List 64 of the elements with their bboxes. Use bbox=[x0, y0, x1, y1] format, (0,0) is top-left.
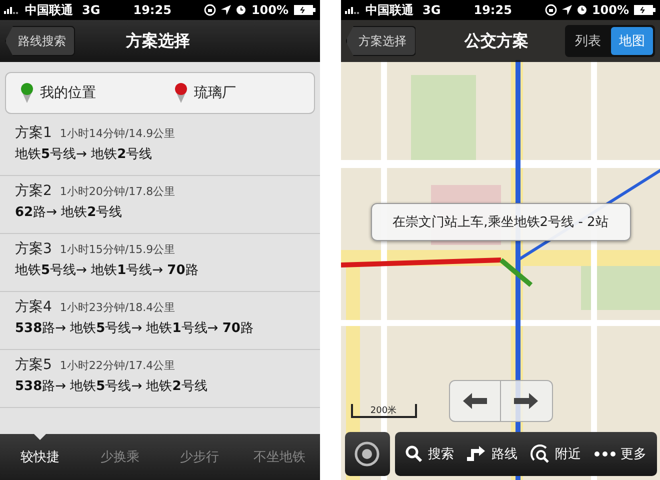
right-arrow-icon bbox=[514, 393, 538, 409]
locate-button[interactable] bbox=[344, 432, 390, 476]
plan-name: 方案1 bbox=[15, 124, 52, 142]
filter-tab[interactable]: 少换乘 bbox=[80, 434, 160, 480]
toolbar-button[interactable]: 更多 bbox=[594, 445, 647, 463]
battery-percent: 100% bbox=[251, 3, 289, 17]
clock-time: 19:25 bbox=[474, 3, 512, 17]
plan-summary: 1小时23分钟/18.4公里 bbox=[60, 300, 176, 315]
screen-title: 方案选择 bbox=[124, 30, 191, 52]
plan-summary: 1小时20分钟/17.8公里 bbox=[60, 184, 176, 199]
signal-icon bbox=[344, 6, 360, 14]
place-label: 我的位置 bbox=[40, 84, 96, 102]
view-toggle-option[interactable]: 列表 bbox=[567, 27, 609, 55]
route-option[interactable]: 方案3 1小时15分钟/15.9公里 地铁5号线→ 地铁1号线→ 70路 bbox=[0, 234, 320, 292]
clock-time: 19:25 bbox=[133, 3, 172, 17]
map-callout: 在崇文门站上车,乘坐地铁2号线 - 2站 bbox=[370, 203, 630, 241]
route-text: 62路→ 地铁2号线 bbox=[15, 204, 124, 221]
route-option[interactable]: 方案4 1小时23分钟/18.4公里 538路→ 地铁5号线→ 地铁1号线→ 70路 bbox=[0, 292, 320, 350]
carrier-name: 中国联通 bbox=[366, 2, 414, 18]
rotation-lock-icon bbox=[204, 4, 216, 16]
route-option[interactable]: 方案2 1小时20分钟/17.8公里 62路→ 地铁2号线 bbox=[0, 176, 320, 234]
back-button[interactable]: 路线搜索 bbox=[5, 26, 75, 56]
plan-summary: 1小时14分钟/14.9公里 bbox=[60, 126, 176, 141]
plan-name: 方案2 bbox=[15, 182, 52, 200]
rotation-lock-icon bbox=[544, 4, 557, 16]
carrier-name: 中国联通 bbox=[25, 2, 73, 18]
battery-icon bbox=[294, 5, 316, 15]
screen-title: 公交方案 bbox=[463, 30, 530, 52]
network-type: 3G bbox=[422, 3, 441, 17]
alarm-clock-icon bbox=[576, 5, 587, 15]
view-toggle-option[interactable]: 地图 bbox=[611, 27, 653, 55]
route-text: 地铁5号线→ 地铁1号线→ 70路 bbox=[15, 262, 200, 279]
route-option[interactable]: 方案5 1小时22分钟/17.4公里 538路→ 地铁5号线→ 地铁2号线 bbox=[0, 350, 320, 408]
route-text: 538路→ 地铁5号线→ 地铁1号线→ 70路 bbox=[15, 320, 254, 337]
search-icon bbox=[404, 445, 423, 463]
route-text: 地铁5号线→ 地铁2号线 bbox=[15, 146, 154, 163]
more-dots-icon bbox=[594, 451, 616, 457]
location-arrow-icon bbox=[221, 5, 232, 15]
toolbar-button[interactable]: 搜索 bbox=[404, 445, 454, 463]
route-option[interactable]: 方案1 1小时14分钟/14.9公里 地铁5号线→ 地铁2号线 bbox=[0, 118, 320, 176]
plan-name: 方案5 bbox=[15, 356, 52, 374]
plan-summary: 1小时15分钟/15.9公里 bbox=[60, 242, 176, 257]
back-button[interactable]: 方案选择 bbox=[346, 26, 416, 56]
location-arrow-icon bbox=[562, 5, 572, 15]
radar-search-icon bbox=[530, 444, 550, 464]
filter-tab[interactable]: 不坐地铁 bbox=[240, 434, 320, 480]
left-arrow-icon bbox=[462, 393, 487, 409]
battery-percent: 100% bbox=[592, 3, 630, 17]
battery-icon bbox=[634, 5, 656, 15]
filter-tab[interactable]: 较快捷 bbox=[0, 434, 80, 480]
filter-tab[interactable]: 少步行 bbox=[160, 434, 240, 480]
turn-arrow-icon bbox=[466, 445, 486, 463]
toolbar-button[interactable]: 附近 bbox=[530, 444, 582, 464]
route-text: 538路→ 地铁5号线→ 地铁2号线 bbox=[15, 378, 208, 395]
place-label: 琉璃厂 bbox=[194, 84, 236, 102]
map-scale: 200米 bbox=[350, 404, 416, 418]
target-icon bbox=[353, 440, 381, 468]
plan-summary: 1小时22分钟/17.4公里 bbox=[60, 358, 176, 373]
alarm-clock-icon bbox=[236, 5, 246, 15]
signal-icon bbox=[4, 6, 20, 14]
toolbar-button[interactable]: 路线 bbox=[466, 445, 518, 463]
plan-name: 方案3 bbox=[15, 240, 52, 258]
network-type: 3G bbox=[82, 3, 100, 17]
plan-name: 方案4 bbox=[15, 298, 52, 316]
